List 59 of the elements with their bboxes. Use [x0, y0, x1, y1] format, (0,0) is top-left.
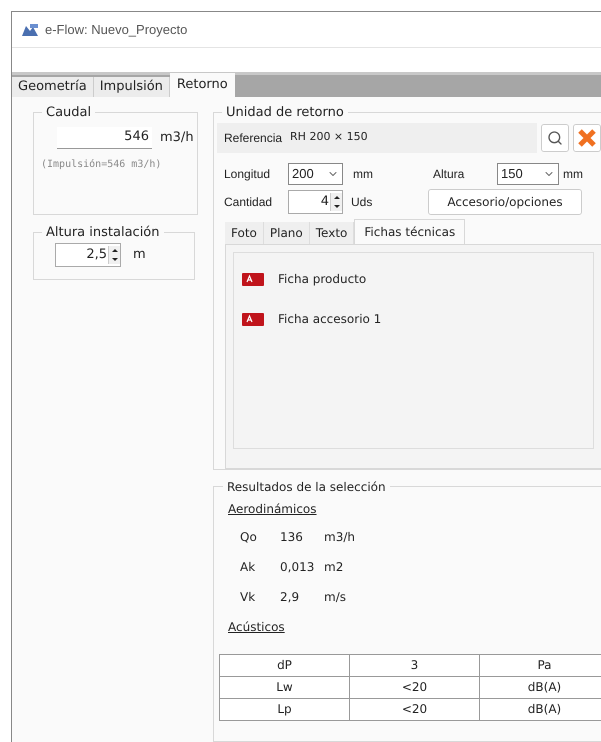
table-cell: Lw [220, 676, 350, 698]
caudal-field[interactable]: 546 [57, 126, 152, 148]
quantity-name: Qo [239, 528, 258, 546]
document-link[interactable]: Ficha producto [278, 270, 366, 288]
pdf-file-icon [242, 272, 264, 286]
tab[interactable]: Retorno [170, 73, 235, 97]
group-title: Caudal [45, 104, 92, 122]
group-title: Altura instalación [45, 224, 161, 242]
spinner-icon[interactable] [330, 192, 342, 210]
table-cell: Pa [480, 654, 601, 676]
quantity-name: Vk [239, 588, 256, 606]
field-label: Cantidad [224, 194, 274, 210]
quantity-unit: m2 [324, 558, 344, 576]
table-cell: Lp [220, 698, 350, 720]
altura-field[interactable]: 2,5 [55, 242, 121, 266]
quantity-value: 0,013 [280, 558, 316, 576]
cantidad-field[interactable]: 4 [288, 190, 343, 214]
accessory-button[interactable]: Accesorio/opciones [428, 188, 582, 214]
table-cell: dB(A) [480, 698, 601, 720]
tab[interactable]: Foto [225, 222, 264, 244]
dropdown[interactable]: 150 [497, 162, 559, 184]
field-label: Longitud [224, 166, 272, 182]
pdf-file-icon [242, 312, 264, 326]
table-cell: dP [220, 654, 350, 676]
group-title: Unidad de retorno [225, 104, 345, 122]
tab[interactable]: Impulsión [94, 77, 170, 97]
window-title: e-Flow: Nuevo_Proyecto [45, 20, 188, 39]
dropdown[interactable]: 200 [288, 162, 343, 184]
referencia-value: RH 200 × 150 [290, 129, 368, 146]
tab[interactable]: Texto [310, 222, 354, 244]
app-logo-icon [21, 22, 39, 36]
tab[interactable]: Fichas técnicas [354, 218, 466, 244]
table-cell: <20 [350, 698, 480, 720]
table-cell: <20 [350, 676, 480, 698]
unit-label: m [133, 246, 146, 264]
table-cell: 3 [350, 654, 480, 676]
quantity-unit: m3/h [324, 528, 355, 546]
unit-label: mm [563, 166, 583, 182]
tab[interactable]: Geometría [12, 77, 94, 97]
note-text: (Impulsión=546 m3/h) [41, 158, 162, 172]
section-heading: Aerodinámicos [228, 500, 318, 518]
group-title: Resultados de la selección [226, 478, 387, 496]
section-heading: Acústicos [228, 618, 286, 636]
search-icon [547, 130, 563, 146]
unit-label: mm [353, 166, 374, 182]
referencia-label: Referencia [224, 130, 282, 146]
document-link[interactable]: Ficha accesorio 1 [278, 310, 382, 328]
tab[interactable]: Plano [264, 222, 310, 244]
table-cell: dB(A) [480, 676, 601, 698]
quantity-value: 2,9 [280, 588, 300, 606]
field-label: Altura [433, 166, 466, 182]
spinner-icon[interactable] [108, 246, 120, 264]
unit-label: Uds [351, 194, 374, 210]
unit-label: m3/h [160, 128, 194, 147]
quantity-unit: m/s [324, 588, 346, 606]
search-button[interactable] [541, 124, 569, 152]
quantity-name: Ak [239, 558, 256, 576]
quantity-value: 136 [280, 528, 304, 546]
close-icon [577, 128, 597, 148]
